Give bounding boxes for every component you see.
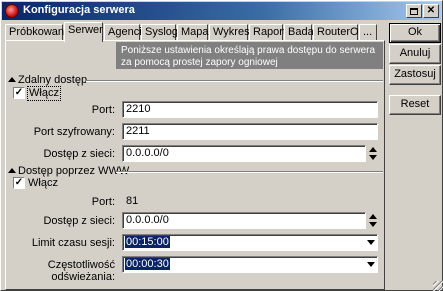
cancel-button[interactable]: Anuluj [389, 44, 441, 64]
session-timeout-label: Limit czasu sesji: [31, 237, 115, 249]
checkbox-label: Włącz [27, 86, 61, 101]
dropdown-arrow-icon[interactable] [367, 262, 375, 267]
dropdown-arrow-icon[interactable] [367, 240, 375, 245]
tab-syslog[interactable]: Syslog [141, 24, 178, 41]
section-header: Dostęp poprzez WWW [18, 165, 130, 177]
close-button[interactable]: ✕ [423, 4, 439, 18]
secure-port-input[interactable]: 2211 [122, 123, 378, 140]
section-header: Zdalny dostęp [18, 74, 88, 86]
info-notice: Poniższe ustawienia określają prawa dost… [116, 42, 383, 69]
web-network-access-input[interactable]: 0.0.0.0/0 [122, 212, 366, 229]
restore-button[interactable] [406, 4, 422, 18]
network-access-updown[interactable] [369, 146, 378, 162]
check-icon: ✓ [13, 177, 25, 189]
close-icon: ✕ [426, 5, 436, 16]
up-arrow-icon [369, 214, 377, 219]
tab-more[interactable]: ... [359, 24, 377, 41]
up-arrow-icon [369, 147, 377, 152]
tab-raport[interactable]: Raport [249, 24, 286, 41]
web-network-access-updown[interactable] [369, 213, 378, 229]
port-input[interactable]: 2210 [122, 101, 378, 118]
tab-routeros[interactable]: RouterOS [313, 24, 366, 41]
port-label: Port: [91, 104, 115, 116]
web-network-access-label: Dostęp z sieci: [43, 215, 115, 227]
refresh-rate-select[interactable]: 00:00:30 [122, 256, 378, 273]
down-arrow-icon [369, 155, 377, 160]
tab-wykres[interactable]: Wykres [209, 24, 250, 41]
checkbox-label: Włącz [28, 177, 58, 189]
section-divider [116, 171, 383, 173]
title-bar[interactable]: Konfiguracja serwera ✕ [2, 2, 441, 20]
section-divider [86, 80, 383, 82]
tab-badaj[interactable]: Badaj [284, 24, 316, 41]
window-title: Konfiguracja serwera [23, 4, 135, 16]
apply-button[interactable]: Zastosuj [389, 65, 441, 85]
remote-access-section[interactable]: Zdalny dostęp [8, 74, 383, 86]
network-access-label: Dostęp z sieci: [43, 148, 115, 160]
ok-button[interactable]: Ok [389, 23, 441, 43]
reset-button[interactable]: Reset [389, 95, 441, 115]
resize-grip[interactable] [433, 281, 443, 291]
web-port-label: Port: [91, 196, 115, 208]
collapse-icon [8, 168, 16, 173]
tab-serwer[interactable]: Serwer [64, 22, 103, 42]
tab-probkowanie[interactable]: Próbkowanie [5, 24, 73, 41]
web-access-section[interactable]: Dostęp poprzez WWW [8, 165, 383, 177]
refresh-rate-label: Częstotliwość odświeżania: [47, 259, 115, 283]
tab-agenci[interactable]: Agenci [104, 24, 142, 41]
down-arrow-icon [369, 222, 377, 227]
collapse-icon [8, 77, 16, 82]
network-access-input[interactable]: 0.0.0.0/0 [122, 145, 366, 162]
refresh-rate-value: 00:00:30 [125, 258, 170, 270]
session-timeout-select[interactable]: 00:15:00 [122, 234, 378, 251]
tab-mapa[interactable]: Mapa [177, 24, 209, 41]
app-icon [5, 4, 19, 18]
secure-port-label: Port szyfrowany: [33, 126, 115, 138]
server-config-window: Konfiguracja serwera ✕ Próbkowanie Serwe… [0, 0, 443, 291]
web-port-value: 81 [122, 193, 378, 210]
session-timeout-value: 00:15:00 [125, 236, 170, 248]
check-icon: ✓ [13, 87, 25, 99]
restore-icon [410, 8, 418, 15]
